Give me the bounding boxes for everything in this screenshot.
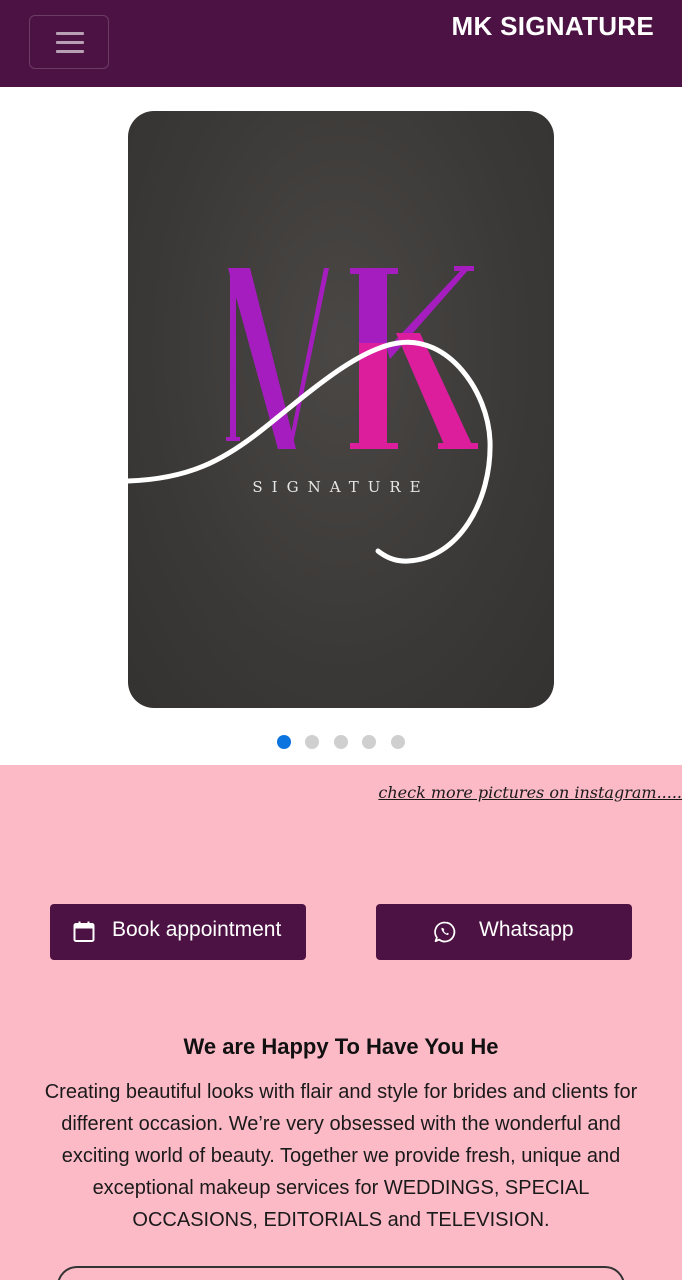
carousel-slide[interactable]: SIGNATURE	[128, 111, 554, 708]
mk-signature-logo: SIGNATURE	[128, 266, 493, 564]
instagram-link[interactable]: check more pictures on instagram.....	[378, 783, 682, 802]
menu-toggle-button[interactable]	[29, 15, 109, 69]
calendar-icon	[73, 921, 95, 942]
whatsapp-icon	[434, 921, 456, 943]
whatsapp-button[interactable]: Whatsapp	[376, 904, 632, 960]
about-heading: We are Happy To Have You He	[183, 1034, 499, 1059]
navbar: MK SIGNATURE	[0, 0, 682, 87]
carousel-dot-1[interactable]	[277, 735, 291, 749]
carousel-dot-2[interactable]	[305, 735, 319, 749]
partial-outlined-button[interactable]	[57, 1266, 625, 1280]
book-appointment-label: Book appointment	[112, 918, 282, 941]
carousel-dot-5[interactable]	[391, 735, 405, 749]
carousel-indicators	[277, 735, 417, 749]
brand-title[interactable]: MK SIGNATURE	[452, 11, 654, 42]
carousel-dot-3[interactable]	[334, 735, 348, 749]
logo-tagline: SIGNATURE	[252, 478, 429, 496]
whatsapp-label: Whatsapp	[479, 918, 574, 941]
carousel-dot-4[interactable]	[362, 735, 376, 749]
book-appointment-button[interactable]: Book appointment	[50, 904, 306, 960]
about-text: Creating beautiful looks with flair and …	[44, 1081, 638, 1231]
